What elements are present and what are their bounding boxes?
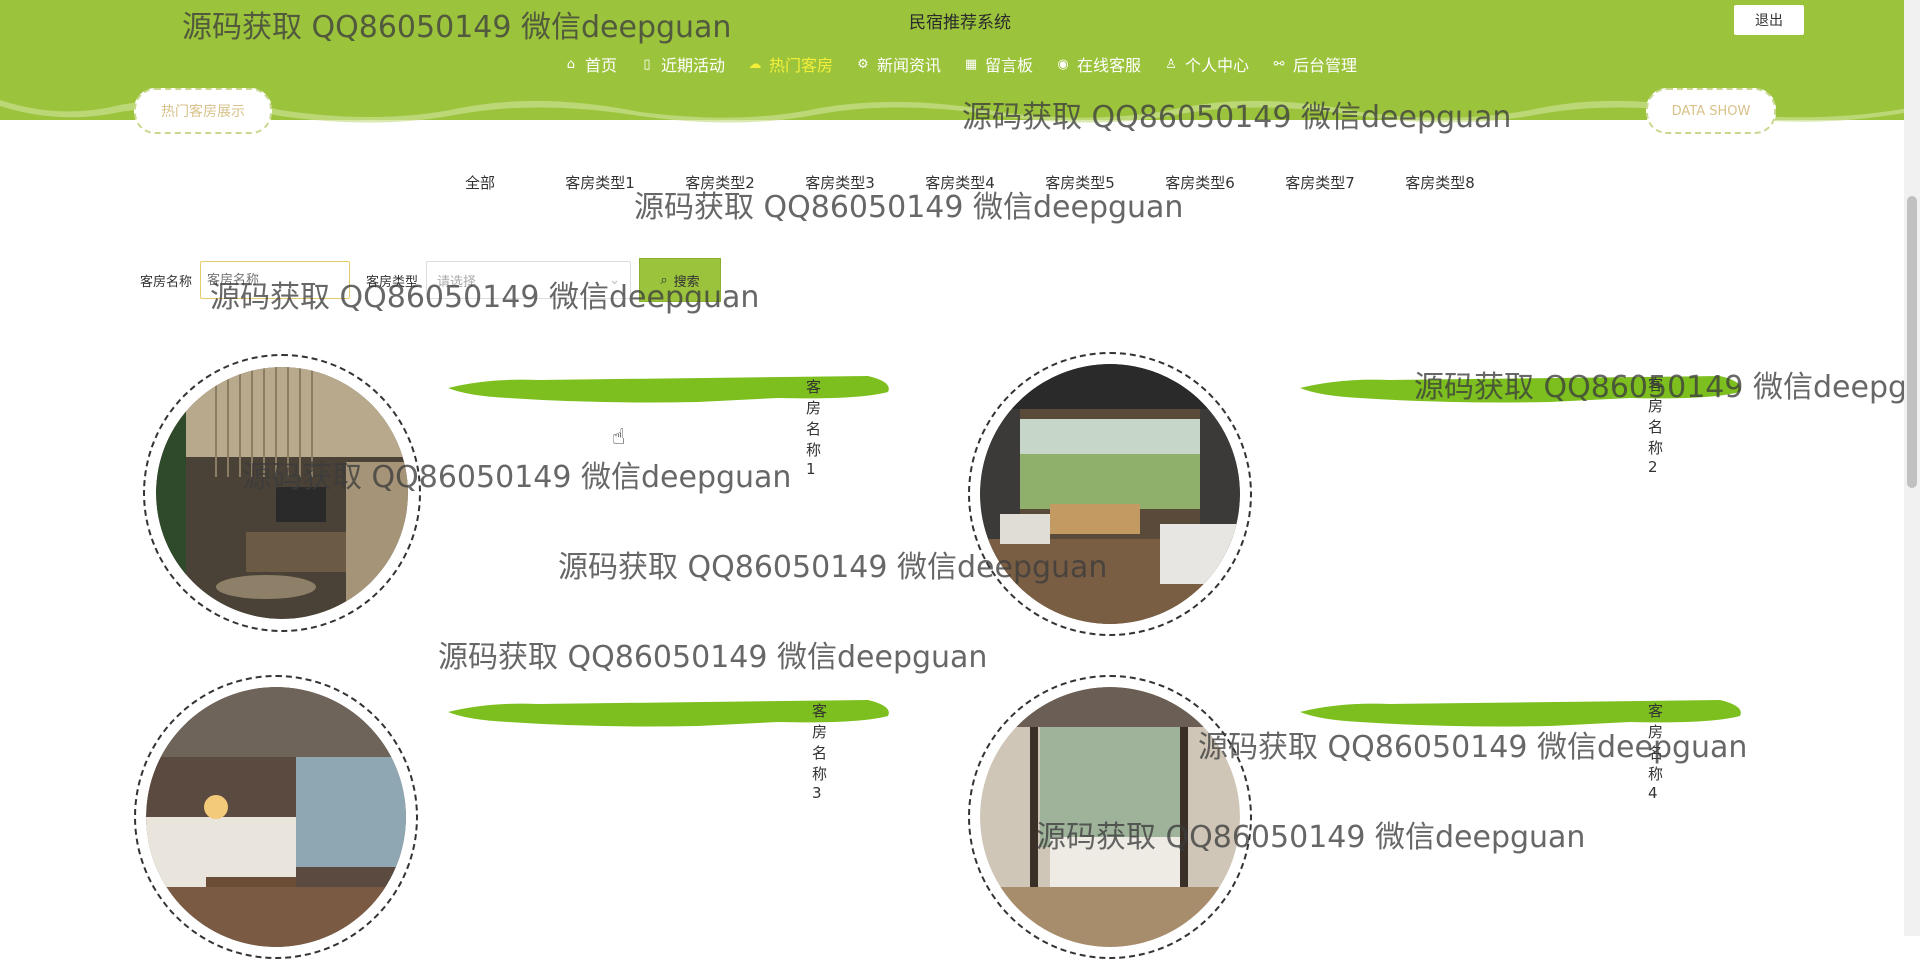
search-icon: ⌕ <box>660 272 668 288</box>
hand-cursor-icon: ☝ <box>612 425 626 450</box>
main-nav: ⌂ 首页 ▯ 近期活动 ☁ 热门客房 ⚙ 新闻资讯 ▦ 留言板 ◉ 在线客服 ♙ 个人中心 ⚯ 后台管理 <box>0 52 1920 76</box>
section-title-pill: 热门客房展示 <box>134 88 272 134</box>
room-name[interactable]: 客房名称1 <box>806 376 821 478</box>
logout-button[interactable]: 退出 <box>1734 5 1804 35</box>
user-icon: ♙ <box>1165 56 1177 72</box>
hot-room-icon: ☁ <box>748 56 762 72</box>
nav-item-6[interactable]: ♙ 个人中心 <box>1163 52 1249 76</box>
nav-item-label: 近期活动 <box>660 56 725 75</box>
nav-item-label: 后台管理 <box>1293 56 1358 75</box>
room-type-label: 客房类型 <box>366 274 419 290</box>
nav-item-2[interactable]: ☁ 热门客房 <box>747 52 833 76</box>
room-name[interactable]: 客房名称2 <box>1648 374 1663 476</box>
room-type-placeholder: 请选择 <box>437 274 477 290</box>
news-icon: ⚙ <box>857 56 869 72</box>
room-name[interactable]: 客房名称4 <box>1648 700 1663 802</box>
room-name-label: 客房名称 <box>140 274 193 290</box>
category-tab[interactable]: 客房类型8 <box>1380 172 1500 193</box>
room-type-select[interactable]: 请选择 ⌄ <box>426 261 632 299</box>
nav-item-label: 个人中心 <box>1185 56 1250 75</box>
nav-item-label: 热门客房 <box>768 56 833 75</box>
nav-item-7[interactable]: ⚯ 后台管理 <box>1271 52 1357 76</box>
nav-item-label: 首页 <box>584 56 617 75</box>
nav-item-label: 在线客服 <box>1077 56 1142 75</box>
brush-stroke <box>1300 700 1741 727</box>
room-name-input[interactable] <box>200 261 351 299</box>
room-photo-frame <box>134 675 418 959</box>
search-button-label: 搜索 <box>673 274 700 290</box>
home-icon: ⌂ <box>566 56 576 72</box>
site-title: 民宿推荐系统 <box>909 13 1011 33</box>
brush-stroke <box>448 376 889 403</box>
category-tab[interactable]: 客房类型2 <box>660 172 780 193</box>
room-photo <box>980 364 1240 624</box>
room-name[interactable]: 客房名称3 <box>812 700 827 802</box>
section-title: 热门客房展示 <box>161 104 245 120</box>
activity-icon: ▯ <box>643 56 651 72</box>
scrollbar-thumb[interactable] <box>1907 196 1917 488</box>
brush-stroke <box>448 700 889 727</box>
room-photo-frame <box>968 675 1252 959</box>
nav-item-3[interactable]: ⚙ 新闻资讯 <box>855 52 941 76</box>
data-show-label: DATA SHOW <box>1671 103 1751 119</box>
category-tab[interactable]: 客房类型5 <box>1020 172 1140 193</box>
header-wave <box>0 70 1920 123</box>
category-tab[interactable]: 客房类型1 <box>540 172 660 193</box>
watermark: 源码获取 QQ86050149 微信deepguan <box>438 640 988 675</box>
room-photo-frame <box>143 354 421 632</box>
room-photo-frame <box>968 352 1252 636</box>
category-tab[interactable]: 客房类型3 <box>780 172 900 193</box>
category-tab[interactable]: 客房类型6 <box>1140 172 1260 193</box>
category-tab[interactable]: 客房类型7 <box>1260 172 1380 193</box>
brush-stroke <box>1300 376 1741 403</box>
nav-item-0[interactable]: ⌂ 首页 <box>563 52 617 76</box>
nav-item-4[interactable]: ▦ 留言板 <box>963 52 1033 76</box>
search-button[interactable]: ⌕ 搜索 <box>639 258 722 302</box>
link-icon: ⚯ <box>1273 56 1285 72</box>
search-bar: 客房名称 客房类型 请选择 ⌄ ⌕ 搜索 <box>140 258 722 302</box>
service-icon: ◉ <box>1057 56 1069 72</box>
room-photo <box>156 367 408 619</box>
nav-item-1[interactable]: ▯ 近期活动 <box>639 52 725 76</box>
data-show-pill: DATA SHOW <box>1646 88 1776 134</box>
nav-item-5[interactable]: ◉ 在线客服 <box>1055 52 1141 76</box>
category-tabs: 全部 客房类型1 客房类型2 客房类型3 客房类型4 客房类型5 客房类型6 客房类型7 客房类… <box>0 172 1920 193</box>
chevron-down-icon: ⌄ <box>609 272 621 288</box>
room-photo <box>146 687 406 947</box>
header-bar: 民宿推荐系统 退出 ⌂ 首页 ▯ 近期活动 ☁ 热门客房 ⚙ 新闻资讯 ▦ 留言板 ◉ 在线客服 ♙ 个人… <box>0 0 1920 123</box>
page-scrollbar[interactable] <box>1904 0 1920 936</box>
nav-item-label: 留言板 <box>985 56 1034 75</box>
category-tab[interactable]: 全部 <box>420 172 540 193</box>
board-icon: ▦ <box>964 56 978 72</box>
room-photo <box>980 687 1240 947</box>
nav-item-label: 新闻资讯 <box>876 56 941 75</box>
category-tab[interactable]: 客房类型4 <box>900 172 1020 193</box>
